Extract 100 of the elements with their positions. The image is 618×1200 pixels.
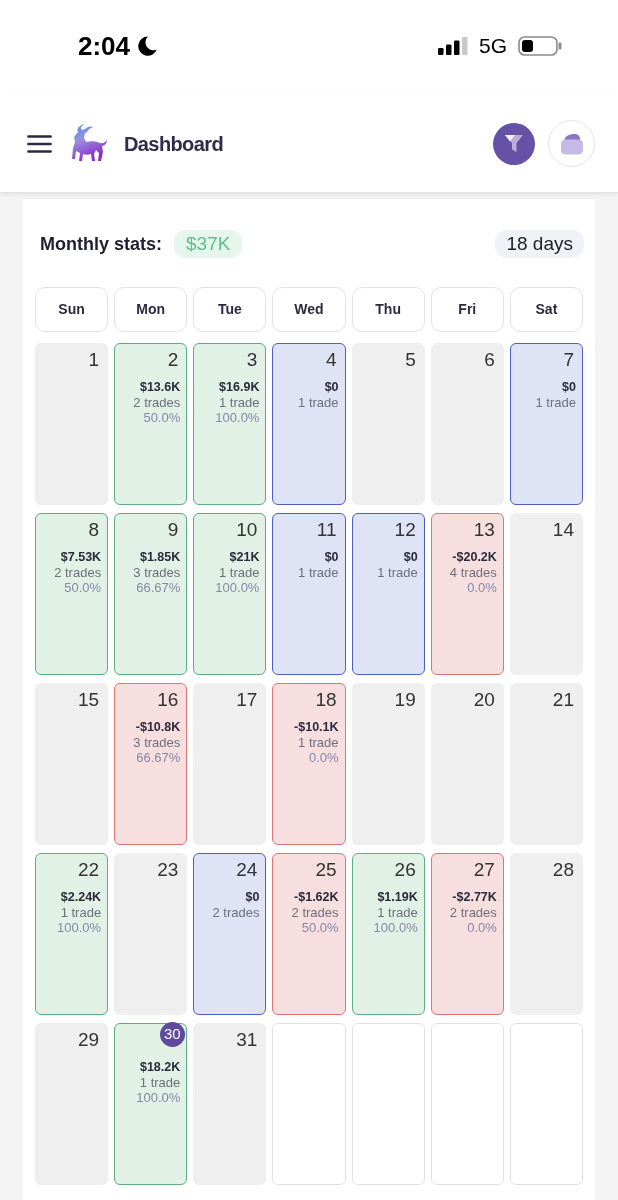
day-cell[interactable]: 25 -$1.62K 2 trades 50.0% (272, 853, 346, 1015)
day-number: 15 (78, 688, 100, 712)
trade-count: 3 trades (133, 735, 181, 750)
day-number: 30 (159, 1022, 185, 1047)
day-number: 2 (167, 348, 179, 372)
page-title: Dashboard (124, 131, 224, 157)
trade-count: 1 trade (298, 395, 339, 410)
day-number: 23 (157, 858, 179, 882)
day-cell[interactable]: 8 $7.53K 2 trades 50.0% (35, 513, 109, 675)
trade-count: 3 trades (133, 565, 181, 580)
wallet-icon (559, 132, 584, 155)
weekday-header: Wed (272, 287, 346, 332)
day-number: 28 (552, 858, 574, 882)
day-cell[interactable]: 4 $0 1 trade (272, 343, 346, 505)
day-cell[interactable]: 5 (351, 343, 425, 505)
day-cell[interactable]: 26 $1.19K 1 trade 100.0% (351, 853, 425, 1015)
trade-count: 1 trade (377, 905, 418, 920)
day-cell[interactable]: 22 $2.24K 1 trade 100.0% (35, 853, 109, 1015)
day-cell[interactable]: 16 -$10.8K 3 trades 66.67% (114, 683, 188, 845)
win-rate: 0.0% (467, 580, 497, 595)
day-cell[interactable]: 7 $0 1 trade (509, 343, 583, 505)
day-number: 3 (246, 348, 258, 372)
trade-count: 1 trade (535, 395, 576, 410)
win-rate: 100.0% (373, 920, 418, 935)
day-cell[interactable]: 12 $0 1 trade (351, 513, 425, 675)
day-number: 4 (326, 348, 337, 372)
signal-icon (438, 36, 468, 55)
day-cell[interactable]: 13 -$20.2K 4 trades 0.0% (430, 513, 504, 675)
day-cell[interactable]: 11 $0 1 trade (272, 513, 346, 675)
day-number: 1 (88, 348, 100, 372)
day-cell[interactable]: 21 (509, 683, 583, 845)
win-rate: 66.67% (136, 580, 181, 595)
day-cell[interactable]: 2 $13.6K 2 trades 50.0% (114, 343, 188, 505)
win-rate: 100.0% (136, 1090, 181, 1105)
trade-count: 1 trade (218, 565, 260, 580)
pnl-amount: -$10.1K (294, 720, 339, 735)
day-number: 13 (473, 518, 495, 542)
weekday-header: Sun (35, 287, 109, 332)
day-number: 25 (315, 858, 337, 882)
status-time: 2:04 (78, 30, 131, 61)
day-cell[interactable]: 30 $18.2K 1 trade 100.0% (114, 1023, 188, 1185)
day-cell[interactable]: 15 (35, 683, 109, 845)
pnl-amount: $0 (324, 380, 339, 395)
trade-count: 2 trades (449, 905, 497, 920)
day-number: 12 (394, 518, 416, 542)
trade-count: 1 trade (298, 735, 339, 750)
day-number: 6 (484, 348, 495, 372)
pnl-amount: -$2.77K (452, 890, 497, 905)
pnl-amount: $16.9K (219, 380, 260, 395)
trade-count: 2 trades (54, 565, 102, 580)
pnl-amount: $1.85K (139, 550, 181, 565)
pnl-amount: -$10.8K (135, 720, 181, 735)
pnl-amount: $0 (562, 380, 576, 395)
day-number: 17 (236, 688, 258, 712)
win-rate: 0.0% (308, 750, 339, 765)
day-cell[interactable]: 18 -$10.1K 1 trade 0.0% (272, 683, 346, 845)
weekday-header: Tue (193, 287, 267, 332)
day-cell[interactable]: 27 -$2.77K 2 trades 0.0% (430, 853, 504, 1015)
day-number: 10 (236, 518, 258, 542)
day-cell[interactable]: 24 $0 2 trades (193, 853, 267, 1015)
day-number: 27 (473, 858, 495, 882)
pnl-amount: $18.2K (139, 1060, 181, 1075)
menu-icon (27, 134, 52, 153)
day-number: 20 (473, 688, 495, 712)
day-cell[interactable]: 20 (430, 683, 504, 845)
pnl-amount: $0 (324, 550, 339, 565)
day-cell[interactable]: 1 (35, 343, 109, 505)
moon-icon (136, 35, 158, 56)
wallet-button[interactable] (548, 120, 595, 167)
trading-days-badge: 18 days (495, 230, 584, 258)
day-cell[interactable]: 23 (114, 853, 188, 1015)
day-cell[interactable]: 29 (35, 1023, 109, 1185)
weekday-header: Fri (430, 287, 504, 332)
day-number: 24 (236, 858, 258, 882)
win-rate: 50.0% (64, 580, 102, 595)
day-number: 26 (394, 858, 416, 882)
menu-button[interactable] (27, 134, 52, 153)
day-number: 19 (394, 688, 416, 712)
bull-logo-icon (72, 124, 108, 163)
day-cell[interactable]: 10 $21K 1 trade 100.0% (193, 513, 267, 675)
win-rate: 0.0% (467, 920, 497, 935)
pnl-amount: -$1.62K (294, 890, 339, 905)
day-cell[interactable]: 3 $16.9K 1 trade 100.0% (193, 343, 267, 505)
trade-count: 2 trades (291, 905, 339, 920)
stats-label: Monthly stats: (40, 233, 162, 256)
day-number: 21 (552, 688, 574, 712)
day-cell[interactable]: 31 (193, 1023, 267, 1185)
weekday-header: Mon (114, 287, 188, 332)
day-cell[interactable]: 6 (430, 343, 504, 505)
trade-count: 1 trade (298, 565, 339, 580)
day-number: 16 (157, 688, 179, 712)
battery-icon (518, 35, 562, 56)
win-rate: 50.0% (143, 410, 181, 425)
day-cell[interactable]: 14 (509, 513, 583, 675)
day-cell[interactable]: 9 $1.85K 3 trades 66.67% (114, 513, 188, 675)
day-cell[interactable]: 28 (509, 853, 583, 1015)
filter-button[interactable] (493, 122, 535, 165)
day-cell[interactable]: 17 (193, 683, 267, 845)
day-cell[interactable]: 19 (351, 683, 425, 845)
total-pnl-badge: $37K (174, 230, 243, 258)
